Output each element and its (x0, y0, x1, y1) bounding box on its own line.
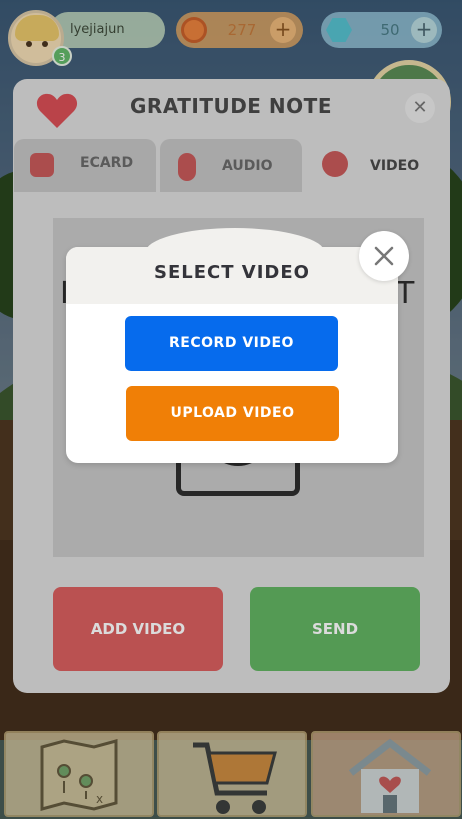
modal-title: SELECT VIDEO (154, 262, 310, 283)
close-icon (374, 246, 394, 266)
modal-close-button[interactable] (359, 231, 409, 281)
upload-video-button[interactable]: UPLOAD VIDEO (126, 386, 339, 441)
record-video-button[interactable]: RECORD VIDEO (125, 316, 338, 371)
